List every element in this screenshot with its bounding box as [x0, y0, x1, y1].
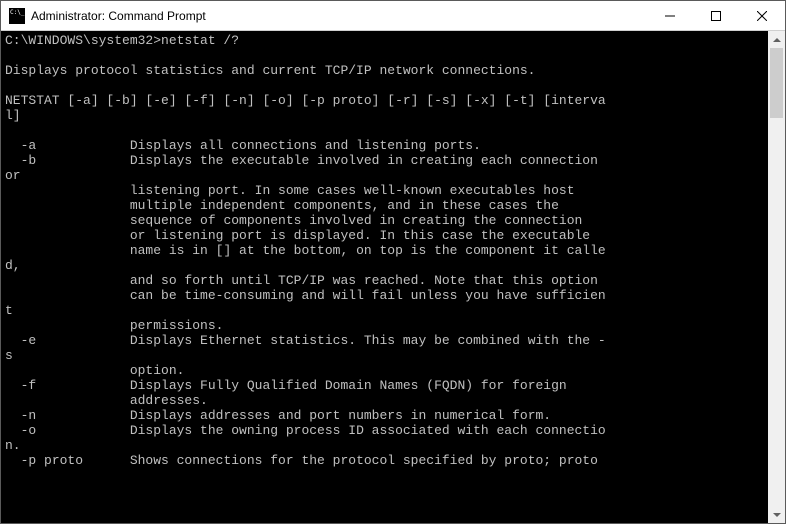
close-button[interactable] [739, 1, 785, 30]
cmd-icon [9, 8, 25, 24]
close-icon [757, 11, 767, 21]
vertical-scrollbar[interactable] [768, 31, 785, 523]
minimize-icon [665, 11, 675, 21]
minimize-button[interactable] [647, 1, 693, 30]
maximize-button[interactable] [693, 1, 739, 30]
terminal-area: C:\WINDOWS\system32>netstat /? Displays … [1, 31, 785, 523]
scroll-up-button[interactable] [768, 31, 785, 48]
scroll-down-button[interactable] [768, 506, 785, 523]
window-title: Administrator: Command Prompt [31, 9, 647, 23]
chevron-down-icon [773, 513, 781, 517]
scroll-thumb[interactable] [770, 48, 783, 118]
window-titlebar[interactable]: Administrator: Command Prompt [1, 1, 785, 31]
window-controls [647, 1, 785, 30]
maximize-icon [711, 11, 721, 21]
chevron-up-icon [773, 38, 781, 42]
terminal-output[interactable]: C:\WINDOWS\system32>netstat /? Displays … [1, 31, 768, 523]
